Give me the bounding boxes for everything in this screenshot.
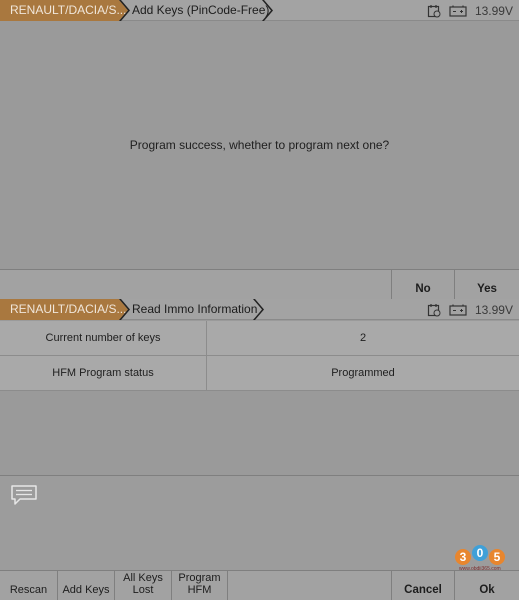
table-row: Current number of keys 2 [0,321,519,356]
bottom-button-bar: Rescan Add Keys All Keys Lost Program HF… [0,570,519,600]
top-bar: RENAULT/DACIA/S... Add Keys (PinCode-Fre… [0,0,519,21]
battery-icon [449,304,467,316]
row-label: HFM Program status [0,356,207,390]
status-area: 13.99V [427,299,513,320]
all-keys-lost-button[interactable]: All Keys Lost [114,571,171,600]
all-keys-lost-label-2: Lost [132,584,154,596]
status-area: 13.99V [427,0,513,21]
page-title: Add Keys (PinCode-Free) [132,3,270,17]
ok-button[interactable]: Ok [454,571,519,600]
immo-info-table: Current number of keys 2 HFM Program sta… [0,321,519,391]
program-success-message: Program success, whether to program next… [129,137,390,152]
comment-icon[interactable] [10,484,38,506]
obdii365-watermark-logo: 3 0 5 www.obdii365.com [455,545,515,572]
watermark-url: www.obdii365.com [459,566,501,572]
row-label: Current number of keys [0,321,207,355]
battery-voltage: 13.99V [474,3,513,18]
battery-icon [449,5,467,17]
program-hfm-button[interactable]: Program HFM [171,571,227,600]
breadcrumb-end-icon [262,0,273,21]
breadcrumb-separator-icon [119,299,130,320]
breadcrumb-end-icon [253,299,264,320]
button-bar-spacer [227,571,391,600]
watermark-digit: 0 [472,545,488,561]
page-title: Read Immo Information [132,302,258,316]
table-row: HFM Program status Programmed [0,356,519,391]
program-hfm-label-1: Program [178,572,221,584]
watermark-digit: 3 [455,549,471,565]
battery-voltage: 13.99V [474,302,513,317]
cancel-button[interactable]: Cancel [391,571,454,600]
bottom-button-bar: No Yes [0,269,519,300]
top-bar: RENAULT/DACIA/S... Read Immo Information [0,299,519,320]
calendar-clock-icon [427,4,441,17]
no-button[interactable]: No [391,270,454,300]
breadcrumb-brand[interactable]: RENAULT/DACIA/S... [0,0,128,21]
watermark-digit: 5 [489,549,505,565]
calendar-clock-icon [427,303,441,316]
add-keys-button[interactable]: Add Keys [57,571,114,600]
row-value: Programmed [331,367,395,379]
add-keys-screen: RENAULT/DACIA/S... Add Keys (PinCode-Fre… [0,0,519,300]
breadcrumb-brand[interactable]: RENAULT/DACIA/S... [0,299,128,320]
program-hfm-label-2: HFM [187,584,212,596]
read-immo-screen: RENAULT/DACIA/S... Read Immo Information [0,299,519,600]
breadcrumb-separator-icon [119,0,130,21]
comment-area [0,475,519,570]
message-area: Program success, whether to program next… [0,21,519,268]
all-keys-lost-label-1: All Keys [123,572,163,584]
yes-button[interactable]: Yes [454,270,519,300]
row-value: 2 [359,332,367,344]
rescan-button[interactable]: Rescan [0,571,57,600]
